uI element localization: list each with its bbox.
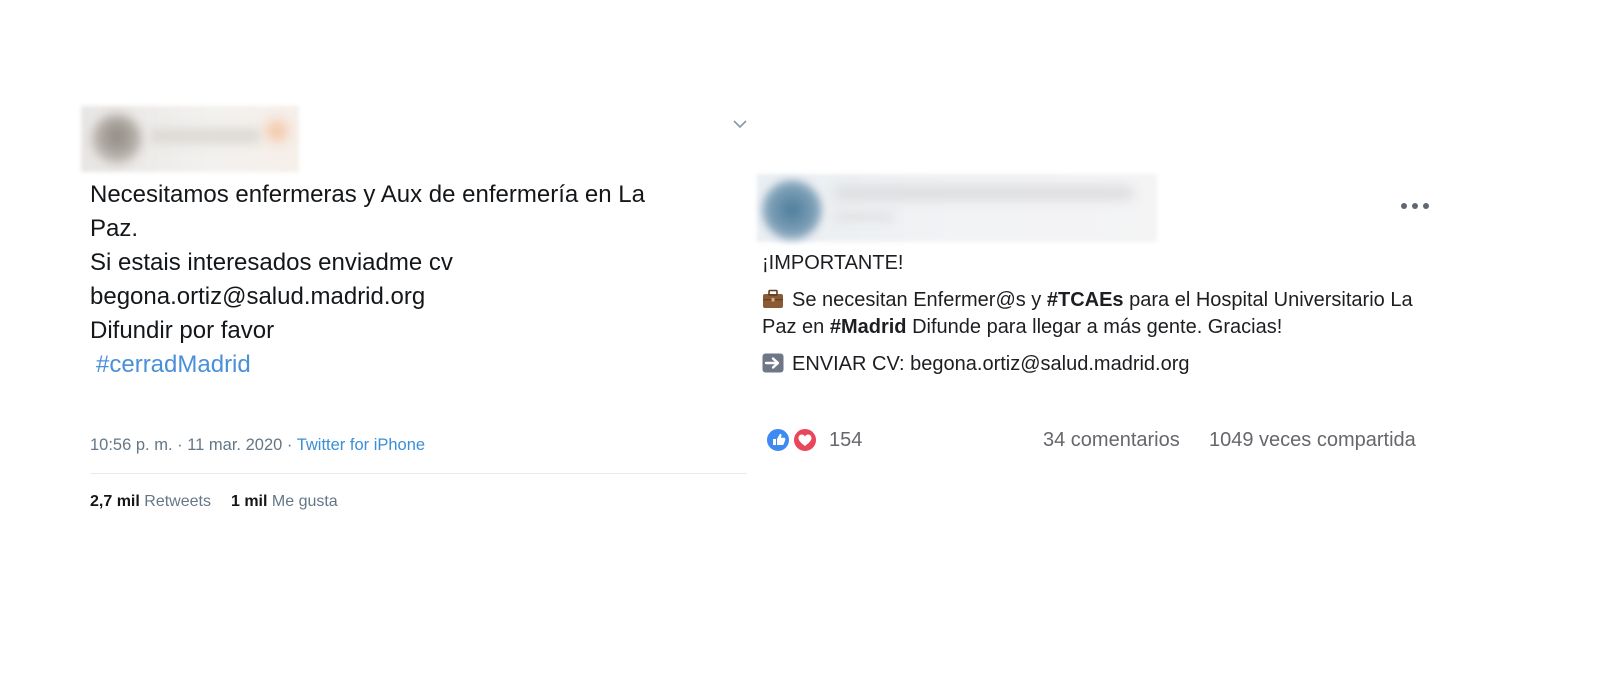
facebook-author-avatar[interactable] (762, 180, 822, 240)
likes-count: 1 mil (230, 493, 268, 510)
tweet-stats: 2,7 mil Retweets 1 mil Me gusta (90, 493, 338, 511)
post-text-part: Difunde para llegar a más gente. Gracias… (906, 316, 1283, 338)
briefcase-icon (763, 289, 783, 308)
retweets-label: Retweets (144, 493, 211, 510)
tweet-text-line: Difundir por favor (90, 317, 275, 344)
tweet-text-line: Si estais interesados enviadme cv (90, 249, 453, 276)
retweets-count: 2,7 mil (90, 493, 140, 510)
tweet-author-badge-blurred (266, 120, 288, 142)
comments-count-link[interactable]: 34 comentarios (1043, 429, 1180, 452)
love-reaction-icon (792, 427, 818, 453)
tweet-hashtag-link[interactable]: #cerradMadrid (90, 348, 750, 382)
tweet-author-name-blurred (150, 128, 260, 144)
divider (90, 473, 747, 474)
post-text-part: Se necesitan Enfermer@s y (792, 289, 1047, 311)
likes-label: Me gusta (271, 493, 338, 510)
tweet-text-line: Necesitamos enfermeras y Aux de enfermer… (90, 181, 645, 208)
likes-stat[interactable]: 1 mil Me gusta (231, 493, 338, 510)
chevron-down-icon[interactable] (732, 116, 748, 132)
tweet-meta: 10:56 p. m. · 11 mar. 2020 · Twitter for… (90, 436, 425, 455)
tweet-email-text: begona.ortiz@salud.madrid.org (90, 283, 426, 310)
facebook-post-time-blurred (834, 212, 894, 222)
hashtag-tcaes-link[interactable]: #TCAEs (1047, 289, 1124, 311)
reactions-count: 154 (829, 429, 863, 451)
post-paragraph: Se necesitan Enfermer@s y #TCAEs para el… (762, 287, 1442, 341)
tweet-author-avatar[interactable] (92, 114, 142, 164)
tweet-timestamp[interactable]: 10:56 p. m. · 11 mar. 2020 · (90, 436, 292, 454)
post-cv-line: ENVIAR CV: begona.ortiz@salud.madrid.org (762, 351, 1442, 378)
tweet-text-line: Paz. (90, 215, 139, 242)
right-arrow-icon (762, 353, 784, 373)
retweets-stat[interactable]: 2,7 mil Retweets (90, 493, 211, 510)
cv-email-text: ENVIAR CV: begona.ortiz@salud.madrid.org (792, 353, 1190, 375)
facebook-author-name-blurred (834, 186, 1134, 200)
tweet-text: Necesitamos enfermeras y Aux de enfermer… (90, 178, 750, 382)
hashtag-madrid-link[interactable]: #Madrid (830, 316, 907, 338)
facebook-post-text: ¡IMPORTANTE! Se necesitan Enfermer@s y #… (762, 250, 1442, 388)
shares-count-link[interactable]: 1049 veces compartida (1209, 429, 1416, 452)
like-reaction-icon (765, 427, 791, 453)
more-options-icon[interactable] (1400, 202, 1430, 210)
post-headline: ¡IMPORTANTE! (762, 252, 904, 274)
tweet-source-link[interactable]: Twitter for iPhone (297, 436, 425, 454)
